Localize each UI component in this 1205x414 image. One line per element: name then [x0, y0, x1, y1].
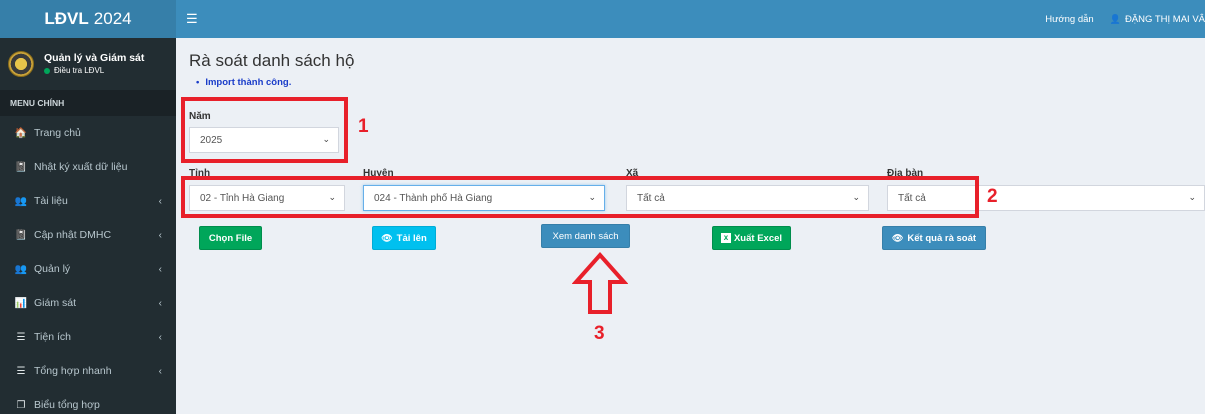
sidebar-item-label: Tổng hợp nhanh: [34, 365, 112, 377]
app-logo[interactable]: LĐVL 2024: [0, 0, 176, 38]
online-dot-icon: [44, 67, 50, 74]
sidebar-item-label: Trang chủ: [34, 127, 81, 139]
choose-file-label: Chọn File: [208, 232, 253, 244]
upload-button[interactable]: 👁 Tải lên: [372, 226, 436, 250]
user-panel-name: Quản lý và Giám sát: [44, 51, 145, 64]
upload-label: Tải lên: [396, 232, 427, 244]
sidebar-item-label: Nhật ký xuất dữ liệu: [34, 161, 128, 173]
sidebar-item-label: Tiện ích: [34, 331, 71, 343]
user-panel-status-text: Điều tra LĐVL: [54, 65, 105, 75]
user-panel-status: Điều tra LĐVL: [44, 66, 144, 76]
sidebar-item-label: Cập nhật DMHC: [34, 229, 112, 241]
book-icon: 📓: [14, 229, 28, 241]
sidebar-item-export-log[interactable]: 📓 Nhật ký xuất dữ liệu: [0, 150, 176, 184]
success-message-text: Import thành công.: [205, 77, 292, 88]
user-panel: Quản lý và Giám sát Điều tra LĐVL: [0, 38, 176, 90]
users-icon: 👥: [14, 263, 28, 275]
sidebar-item-summary-report[interactable]: ❐ Biểu tổng hợp: [0, 388, 176, 414]
menu-toggle-icon[interactable]: ☰: [186, 11, 198, 27]
user-menu[interactable]: 👤 ĐẶNG THỊ MAI VÂ: [1110, 14, 1205, 25]
page-title: Rà soát danh sách hộ: [189, 51, 355, 70]
review-result-label: Kết quả rà soát: [907, 232, 977, 244]
eye-icon: 👁: [891, 232, 904, 243]
annotation-number-1: 1: [358, 116, 369, 137]
view-list-label: Xem danh sách: [552, 230, 619, 242]
annotation-number-3: 3: [594, 323, 605, 344]
chevron-left-icon: ‹: [158, 195, 162, 207]
seal-icon: [8, 51, 34, 77]
sidebar-item-quick-summary[interactable]: ☰ Tổng hợp nhanh ‹: [0, 354, 176, 388]
copy-icon: ❐: [16, 399, 26, 411]
user-icon: 👤: [1109, 13, 1121, 24]
sidebar-item-utilities[interactable]: ☰ Tiện ích ‹: [0, 320, 176, 354]
bullet-icon: •: [196, 77, 200, 88]
export-excel-button[interactable]: x Xuất Excel: [712, 226, 791, 250]
sidebar-item-label: Giám sát: [34, 297, 77, 309]
eye-icon: 👁: [381, 232, 393, 243]
chevron-left-icon: ‹: [158, 297, 162, 309]
sidebar-item-manage[interactable]: 👥 Quản lý ‹: [0, 252, 176, 286]
chevron-left-icon: ‹: [158, 331, 162, 343]
list-icon: ☰: [16, 365, 26, 377]
sidebar: LĐVL 2024 Quản lý và Giám sát Điều tra L…: [0, 0, 176, 414]
chevron-left-icon: ‹: [158, 263, 162, 275]
annotation-arrow-up-icon: [572, 252, 628, 314]
annotation-box-2: [181, 176, 979, 218]
export-excel-label: Xuất Excel: [733, 232, 783, 244]
list-icon: ☰: [16, 331, 26, 343]
user-menu-name: ĐẶNG THỊ MAI VÂ: [1124, 13, 1205, 25]
home-icon: 🏠: [14, 127, 28, 139]
chart-icon: 📊: [14, 297, 28, 309]
review-result-button[interactable]: 👁 Kết quả rà soát: [882, 226, 986, 250]
annotation-number-2: 2: [987, 186, 998, 207]
chevron-down-icon: ⌄: [1188, 192, 1196, 202]
sidebar-item-label: Biểu tổng hợp: [34, 399, 100, 411]
topbar: ☰ Hướng dẫn 👤 ĐẶNG THỊ MAI VÂ: [176, 0, 1205, 38]
success-message: • Import thành công.: [196, 77, 291, 88]
book-icon: 📓: [14, 161, 28, 173]
chevron-left-icon: ‹: [158, 229, 162, 241]
excel-icon: x: [720, 233, 731, 243]
view-list-button[interactable]: Xem danh sách: [541, 224, 630, 248]
menu-header: MENU CHÍNH: [0, 90, 176, 116]
logo-year: 2024: [93, 9, 132, 28]
annotation-box-1: [181, 97, 348, 163]
sidebar-item-label: Quản lý: [34, 263, 71, 275]
sidebar-item-home[interactable]: 🏠 Trang chủ: [0, 116, 176, 150]
logo-bold: LĐVL: [44, 9, 89, 28]
users-icon: 👥: [14, 195, 28, 207]
choose-file-button[interactable]: Chọn File: [199, 226, 262, 250]
sidebar-item-documents[interactable]: 👥 Tài liệu ‹: [0, 184, 176, 218]
sidebar-item-monitor[interactable]: 📊 Giám sát ‹: [0, 286, 176, 320]
sidebar-item-label: Tài liệu: [34, 195, 68, 207]
sidebar-item-update-dmhc[interactable]: 📓 Cập nhật DMHC ‹: [0, 218, 176, 252]
chevron-left-icon: ‹: [158, 365, 162, 377]
help-link[interactable]: Hướng dẫn: [1045, 14, 1094, 25]
